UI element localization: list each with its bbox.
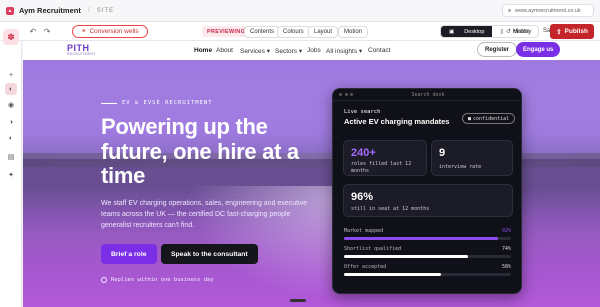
stat-value: 240+ bbox=[351, 147, 376, 159]
bar-track bbox=[344, 255, 511, 258]
hero-headline: Powering up the future, one hire at a ti… bbox=[101, 114, 299, 188]
scroll-indicator[interactable] bbox=[290, 299, 306, 302]
tab-layout[interactable]: Layout bbox=[308, 25, 339, 38]
site-name[interactable]: Aym Recruitment bbox=[19, 6, 81, 15]
confidential-label: confidential bbox=[473, 115, 510, 122]
tab-contents[interactable]: Contents bbox=[244, 25, 281, 38]
live-search-label: Live search bbox=[344, 109, 381, 115]
bar-track bbox=[344, 237, 511, 240]
layers-icon[interactable]: ◐ bbox=[5, 132, 17, 144]
lock-icon: ■ bbox=[468, 115, 472, 122]
speak-consultant-button[interactable]: Speak to the consultant bbox=[161, 244, 258, 264]
hero-eyebrow: EV & EVSE RECRUITMENT bbox=[101, 100, 213, 106]
nav-services[interactable]: Services ▾ bbox=[240, 47, 270, 55]
upload-icon: ⇧ bbox=[556, 28, 562, 36]
bar-label: Shortlist qualified bbox=[344, 246, 402, 252]
card-window-title: Search desk bbox=[411, 92, 445, 98]
editor-toolbar: ↶ ↷ ⚭ Conversion wells PREVIEWING Conten… bbox=[0, 22, 600, 41]
bar-track bbox=[344, 273, 511, 276]
nav-jobs[interactable]: Jobs bbox=[307, 47, 321, 54]
reply-note: Replies within one business day bbox=[101, 277, 214, 283]
target-icon[interactable]: ◉ bbox=[5, 99, 17, 111]
site-navigation: PITH RECRUITMENT Home About Services ▾ S… bbox=[23, 41, 600, 60]
bar-value: 92% bbox=[501, 228, 511, 234]
nav-contact[interactable]: Contact bbox=[368, 47, 390, 54]
device-desktop-button[interactable]: ▣ Desktop bbox=[441, 26, 493, 37]
theme-icon[interactable]: ◐ bbox=[5, 83, 17, 95]
stat-interview-rate: 9 interview rate bbox=[431, 140, 513, 176]
conversion-label: Conversion wells bbox=[89, 27, 139, 35]
bar-fill bbox=[344, 255, 468, 258]
breadcrumb-section[interactable]: SITE bbox=[97, 8, 114, 14]
stat-label: still in seat at 12 months bbox=[351, 206, 430, 212]
redo-icon[interactable]: ↷ bbox=[40, 27, 54, 36]
history-icon: ↺ bbox=[506, 29, 512, 35]
stat-value: 9 bbox=[439, 147, 446, 159]
history-label: History bbox=[512, 29, 532, 35]
url-field[interactable]: www.aymrecruitment.co.uk bbox=[502, 4, 594, 17]
bar-fill bbox=[344, 273, 441, 276]
bar-value: 58% bbox=[501, 264, 511, 270]
eyebrow-text: EV & EVSE RECRUITMENT bbox=[122, 100, 213, 106]
stack-icon[interactable]: ▤ bbox=[5, 151, 17, 163]
add-icon[interactable]: + bbox=[5, 69, 17, 81]
monitor-icon: ▣ bbox=[449, 28, 455, 35]
reply-note-text: Replies within one business day bbox=[111, 277, 214, 283]
left-rail: ✽ + ◐ ◉ ◑ ◐ ▤ ✦ bbox=[0, 29, 22, 307]
undo-icon[interactable]: ↶ bbox=[26, 27, 40, 36]
engage-button[interactable]: Engage us bbox=[516, 42, 561, 57]
brief-role-button[interactable]: Brief a role bbox=[101, 244, 157, 264]
stat-retention: 96% still in seat at 12 months bbox=[343, 184, 513, 217]
tab-colours[interactable]: Colours bbox=[277, 25, 310, 38]
publish-button[interactable]: ⇧ Publish bbox=[550, 24, 594, 39]
site-logo-subtext: RECRUITMENT bbox=[67, 52, 96, 56]
globe-icon bbox=[508, 9, 511, 12]
stat-value: 96% bbox=[351, 191, 374, 203]
contrast-icon[interactable]: ◑ bbox=[5, 116, 17, 128]
nav-insights[interactable]: All insights ▾ bbox=[326, 47, 362, 55]
eyebrow-line bbox=[101, 102, 117, 104]
hero-subcopy: We staff EV charging operations, sales, … bbox=[101, 200, 307, 229]
search-desk-card: Search desk Live search Active EV chargi… bbox=[332, 88, 522, 294]
url-text: www.aymrecruitment.co.uk bbox=[515, 7, 581, 14]
nav-home[interactable]: Home bbox=[194, 47, 212, 54]
bar-value: 74% bbox=[501, 246, 511, 252]
publish-label: Publish bbox=[564, 28, 588, 35]
register-button[interactable]: Register bbox=[477, 42, 518, 57]
nav-about[interactable]: About bbox=[216, 47, 233, 54]
app-topbar: ▲ Aym Recruitment / SITE www.aymrecruitm… bbox=[0, 0, 600, 22]
previewing-badge: PREVIEWING bbox=[202, 26, 251, 37]
conversion-button[interactable]: ⚭ Conversion wells bbox=[72, 24, 148, 38]
brand-mark-icon[interactable]: ✽ bbox=[3, 29, 19, 45]
link-icon: ⚭ bbox=[81, 28, 87, 35]
confidential-badge: ■ confidential bbox=[462, 113, 516, 124]
bar-fill bbox=[344, 237, 498, 240]
device-desktop-label: Desktop bbox=[464, 28, 485, 35]
bar-label: Offer accepted bbox=[344, 264, 387, 270]
nav-sectors[interactable]: Sectors ▾ bbox=[275, 47, 302, 55]
stat-label: interview rate bbox=[439, 164, 482, 170]
stat-label: roles filled last 12 months bbox=[351, 161, 412, 174]
mandates-title: Active EV charging mandates bbox=[344, 117, 450, 126]
history-button[interactable]: ↺ History bbox=[506, 28, 531, 35]
stat-roles-filled: 240+ roles filled last 12 months bbox=[343, 140, 427, 176]
breadcrumb-separator: / bbox=[87, 7, 90, 14]
sparkle-icon[interactable]: ✦ bbox=[5, 169, 17, 181]
clock-icon bbox=[101, 277, 107, 283]
tab-motion[interactable]: Motion bbox=[338, 25, 369, 38]
preview-canvas: PITH RECRUITMENT Home About Services ▾ S… bbox=[23, 41, 600, 307]
app-logo-icon: ▲ bbox=[6, 6, 14, 15]
site-logo[interactable]: PITH RECRUITMENT bbox=[67, 43, 96, 56]
bar-label: Market mapped bbox=[344, 228, 384, 234]
